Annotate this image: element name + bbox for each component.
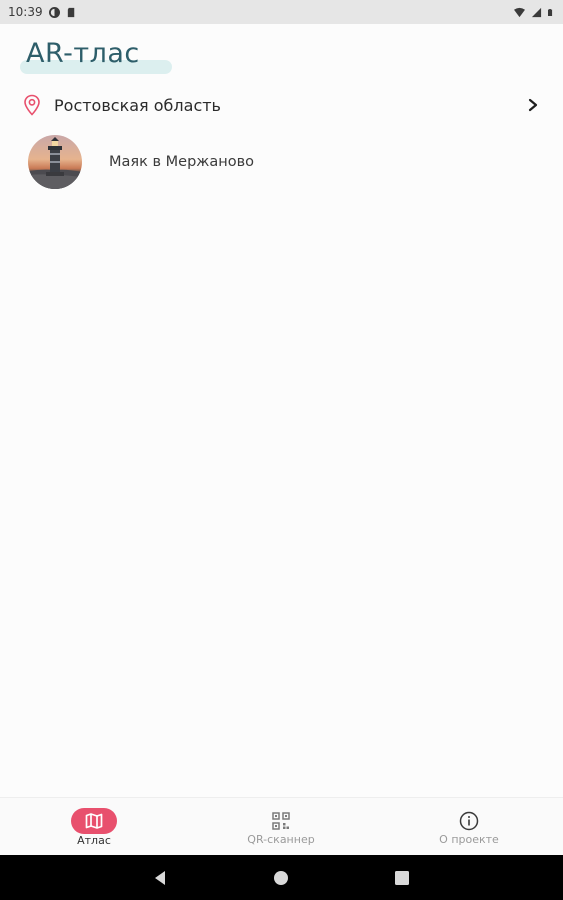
nav-item-qr-scanner[interactable]: QR-сканнер	[221, 798, 341, 856]
status-right	[514, 7, 555, 18]
home-icon[interactable]	[273, 870, 289, 886]
system-navigation-bar	[0, 855, 563, 900]
qr-icon	[272, 812, 290, 830]
nav-label-atlas: Атлас	[77, 834, 111, 847]
status-time: 10:39	[8, 5, 43, 19]
nav-label-qr-scanner: QR-сканнер	[247, 833, 315, 846]
recents-icon[interactable]	[395, 871, 409, 885]
info-icon-wrap	[458, 810, 480, 832]
signal-icon	[531, 7, 542, 17]
lighthouse-illustration	[28, 137, 82, 189]
status-left: 10:39	[8, 5, 77, 19]
vpn-icon	[48, 6, 60, 18]
qr-icon-wrap	[270, 810, 292, 832]
battery-icon	[548, 8, 553, 16]
back-icon[interactable]	[153, 870, 167, 886]
lighthouse-photo	[28, 135, 82, 189]
place-name: Маяк в Мержаново	[109, 154, 254, 170]
nav-label-about: О проекте	[439, 833, 499, 846]
status-bar: 10:39	[0, 0, 563, 24]
map-icon	[85, 813, 103, 829]
wifi-icon	[514, 7, 525, 17]
sd-card-icon	[67, 7, 74, 17]
chevron-right-icon	[528, 98, 538, 112]
region-selector[interactable]: Ростовская область	[20, 90, 543, 120]
bottom-navigation: Атлас QR-сканнер О проекте	[0, 797, 563, 855]
nav-item-atlas[interactable]: Атлас	[34, 798, 154, 856]
app-title: AR-тлас	[26, 38, 140, 69]
place-list-item[interactable]: Маяк в Мержаново	[28, 134, 543, 190]
nav-active-indicator	[71, 808, 117, 834]
nav-item-about[interactable]: О проекте	[409, 798, 529, 856]
app-title-block: AR-тлас	[20, 38, 172, 78]
info-icon	[459, 811, 479, 831]
map-pin-icon	[24, 94, 40, 116]
region-label: Ростовская область	[54, 95, 221, 115]
